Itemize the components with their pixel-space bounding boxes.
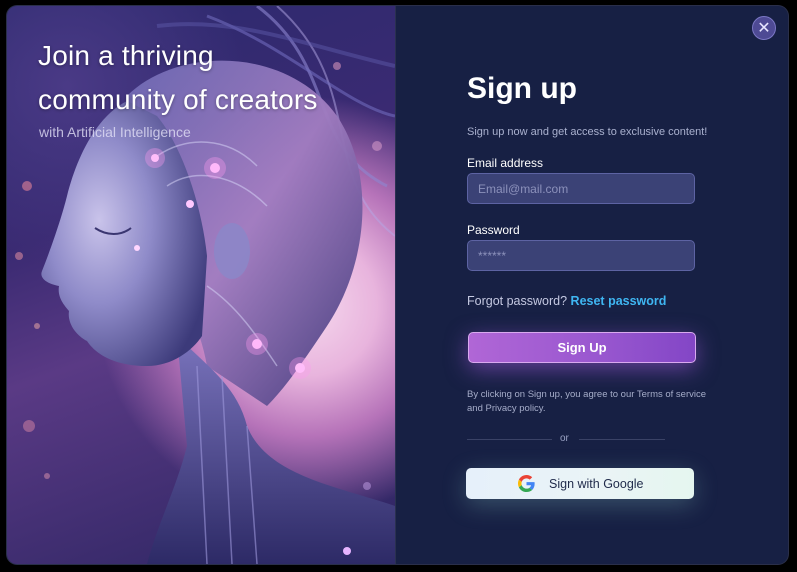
panel-divider (395, 6, 396, 564)
close-icon: ✕ (757, 20, 771, 37)
email-field[interactable] (467, 173, 695, 204)
google-button-label: Sign with Google (549, 477, 644, 491)
close-button[interactable]: ✕ (752, 16, 776, 40)
google-icon (518, 475, 535, 492)
password-field[interactable] (467, 240, 695, 271)
password-label: Password (467, 223, 520, 237)
email-label: Email address (467, 156, 544, 170)
hero-subtitle: with Artificial Intelligence (39, 124, 191, 140)
or-line-right (579, 439, 665, 440)
hero-title-line-1: Join a thriving (38, 40, 214, 71)
hero-panel: Join a thriving community of creators wi… (7, 6, 395, 564)
page-subtitle: Sign up now and get access to exclusive … (467, 126, 708, 138)
or-line-left (467, 439, 552, 440)
forgot-password-text: Forgot password? (467, 294, 568, 308)
google-sign-in-button[interactable]: Sign with Google (466, 468, 694, 499)
hero-title: Join a thriving community of creators (38, 34, 378, 122)
forgot-password-row: Forgot password? Reset password (467, 294, 666, 308)
or-text: or (560, 433, 569, 444)
terms-text: By clicking on Sign up, you agree to our… (467, 389, 707, 414)
or-divider: or (467, 433, 665, 445)
reset-password-link[interactable]: Reset password (571, 294, 667, 308)
hero-title-line-2: community of creators (38, 84, 318, 115)
page-title: Sign up (467, 72, 577, 105)
sign-up-button[interactable]: Sign Up (468, 332, 696, 363)
signup-dialog: Join a thriving community of creators wi… (7, 6, 788, 564)
